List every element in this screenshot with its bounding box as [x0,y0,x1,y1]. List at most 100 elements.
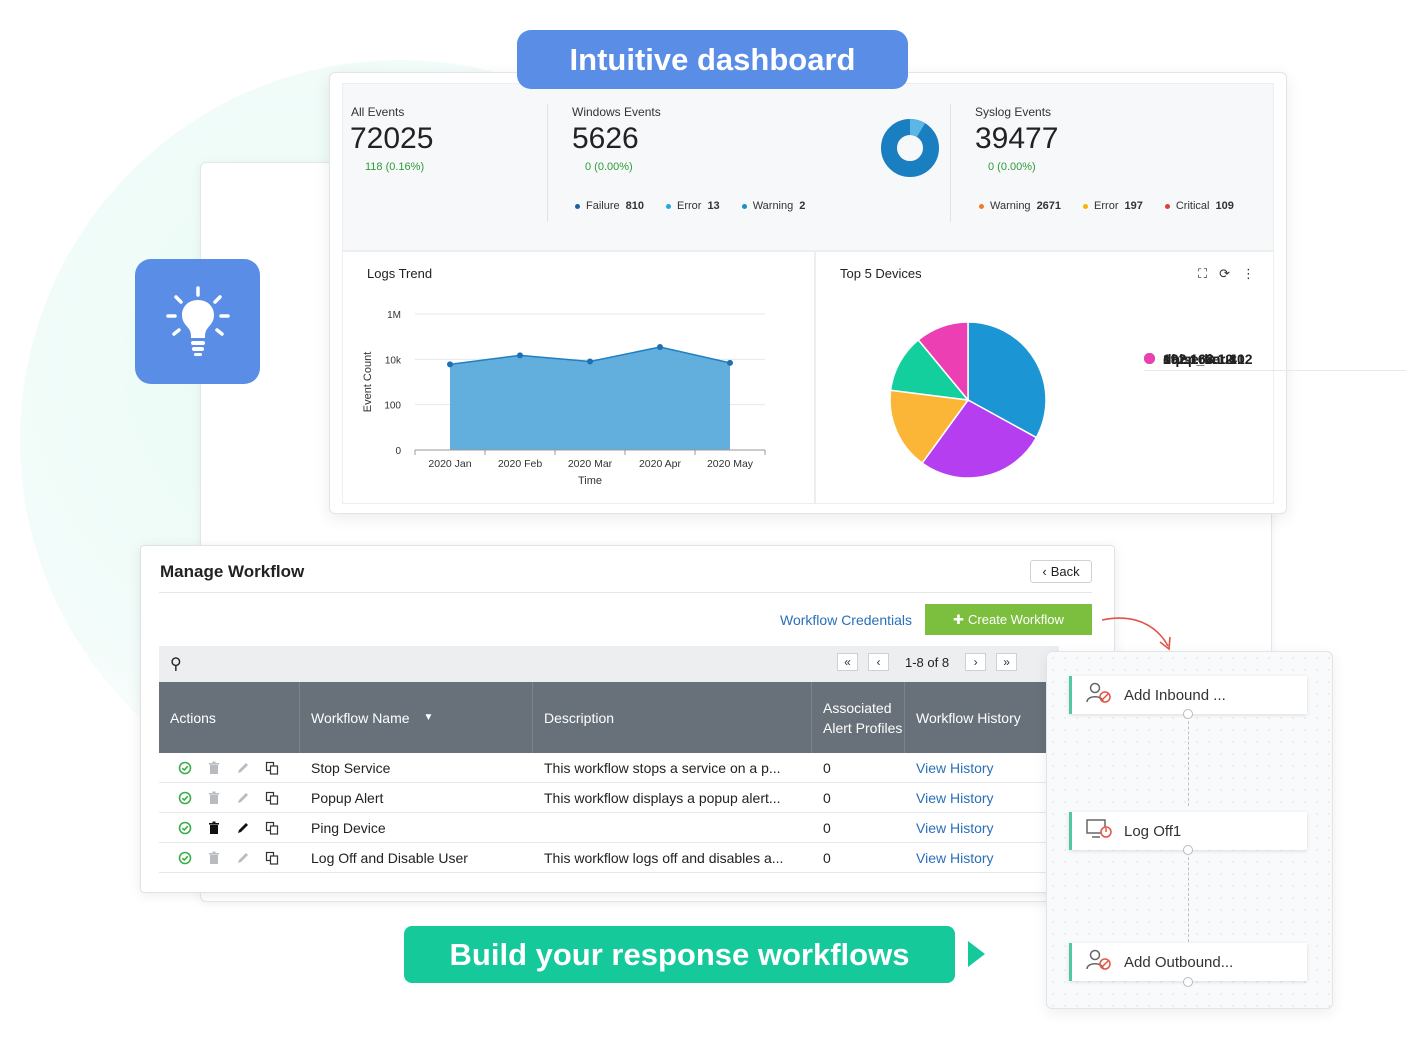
enable-check-icon[interactable] [177,850,192,865]
create-workflow-label: Create Workflow [968,612,1064,627]
flow-node-add-outbound[interactable]: Add Outbound... [1069,943,1307,981]
trash-icon[interactable] [206,820,221,835]
legend-item[interactable]: 192.168.1.4 [1144,348,1406,371]
y-tick-label: 10k [385,355,402,366]
x-tick-label: 2020 May [707,458,754,470]
intuitive-dashboard-banner: Intuitive dashboard [517,30,908,89]
pagination: « ‹ 1-8 of 8 › » [837,653,1018,671]
edit-pencil-icon[interactable] [235,850,250,865]
description-cell: This workflow displays a popup alert... [544,790,781,806]
node-label: Add Inbound ... [1124,686,1226,704]
node-label: Add Outbound... [1124,953,1234,971]
search-icon[interactable]: ⚲ [170,654,182,674]
windows-donut [881,119,939,177]
copy-icon[interactable] [264,850,279,865]
legend-label: 192.168.1.4 [1163,350,1237,367]
trash-icon[interactable] [206,850,221,865]
view-history-link[interactable]: View History [916,843,1056,873]
view-history-link[interactable]: View History [916,813,1056,843]
legend-item: Error 197 [1083,200,1143,212]
y-tick-label: 0 [395,446,401,457]
alert-profiles-cell: 0 [823,760,831,776]
more-icon[interactable]: ⋮ [1242,266,1255,282]
node-port[interactable] [1183,845,1193,855]
data-point [447,361,453,368]
column-workflow-name[interactable]: Workflow Name ▼ [300,682,533,753]
workflow-name-cell: Log Off and Disable User [311,850,468,866]
next-page-icon[interactable]: › [965,653,987,671]
syslog-legend: Warning 2671 Error 197 Critical 109 [979,200,1234,212]
row-actions [177,790,279,805]
alert-profiles-cell: 0 [823,850,831,866]
view-history-link[interactable]: View History [916,783,1056,813]
legend-item: Critical 109 [1164,200,1234,212]
edit-pencil-icon[interactable] [235,820,250,835]
node-port[interactable] [1183,977,1193,987]
legend-item: Error 13 [665,200,720,212]
chevron-left-icon: ‹ [1042,564,1047,579]
trash-icon[interactable] [206,790,221,805]
create-workflow-button[interactable]: ✚ Create Workflow [925,604,1092,635]
data-point [727,359,733,366]
lightbulb-icon [165,285,230,356]
column-label: Workflow Name [311,709,410,726]
workflow-credentials-link[interactable]: Workflow Credentials [780,612,912,628]
description-cell: This workflow stops a service on a p... [544,760,781,776]
trash-icon[interactable] [206,760,221,775]
divider [950,104,951,222]
user-block-icon [1086,949,1112,975]
back-button[interactable]: ‹ Back [1030,560,1092,583]
last-page-icon[interactable]: » [996,653,1018,671]
x-tick-label: 2020 Feb [498,458,543,470]
enable-check-icon[interactable] [177,760,192,775]
play-arrow-icon [968,941,985,967]
data-point [587,358,593,365]
dashboard-card: All Events 72025 118 (0.16%) Windows Eve… [329,72,1406,514]
alert-profiles-cell: 0 [823,820,831,836]
expand-icon[interactable]: ⛶ [1198,266,1207,282]
table-row: Popup Alert This workflow displays a popu… [159,783,1059,813]
legend-item: Failure 810 [575,200,644,212]
syslog-events-label: Syslog Events [975,105,1052,119]
prev-page-icon[interactable]: ‹ [868,653,889,671]
enable-check-icon[interactable] [177,790,192,805]
syslog-events-value: 39477 [975,122,1059,155]
all-events-value: 72025 [350,122,434,155]
logs-trend-chart: 0 100 10k 1M 2020 Jan 2020 Feb 2020 Mar 2020 Ap… [362,310,766,487]
table-header: Actions Workflow Name ▼ Description Asso… [159,682,1059,753]
x-axis-label: Time [578,475,602,487]
data-point [657,344,663,351]
refresh-icon[interactable]: ⟳ [1219,266,1230,282]
legend-item: Warning 2671 [979,200,1061,212]
copy-icon[interactable] [264,820,279,835]
enable-check-icon[interactable] [177,820,192,835]
copy-icon[interactable] [264,760,279,775]
first-page-icon[interactable]: « [837,653,858,671]
column-workflow-history: Workflow History [916,709,1021,726]
copy-icon[interactable] [264,790,279,805]
divider [159,592,1092,593]
table-row: Log Off and Disable User This workflow lo… [159,843,1059,873]
table-row: Ping Device 0 View History [159,813,1059,843]
workflow-name-cell: Stop Service [311,760,391,776]
view-history-link[interactable]: View History [916,753,1056,783]
y-tick-label: 100 [384,401,401,412]
node-label: Log Off1 [1124,822,1182,840]
legend-item: Warning 2 [741,200,805,212]
edit-pencil-icon[interactable] [235,760,250,775]
edit-pencil-icon[interactable] [235,790,250,805]
all-events-change: 118 (0.16%) [365,161,425,173]
windows-events-label: Windows Events [572,105,661,119]
stage: Intuitive dashboard All Events 72025 118… [0,0,1406,1040]
row-actions [177,760,279,775]
node-port[interactable] [1183,709,1193,719]
panel-tools: ⛶ ⟳ ⋮ [1198,266,1255,282]
legend-swatch [1144,353,1155,365]
workflow-name-cell: Popup Alert [311,790,384,806]
build-workflows-banner: Build your response workflows [404,926,955,983]
sort-down-icon: ▼ [423,711,434,723]
all-events-label: All Events [351,105,405,119]
row-actions [177,850,279,865]
back-label: Back [1050,564,1080,579]
windows-events-value: 5626 [572,122,639,155]
